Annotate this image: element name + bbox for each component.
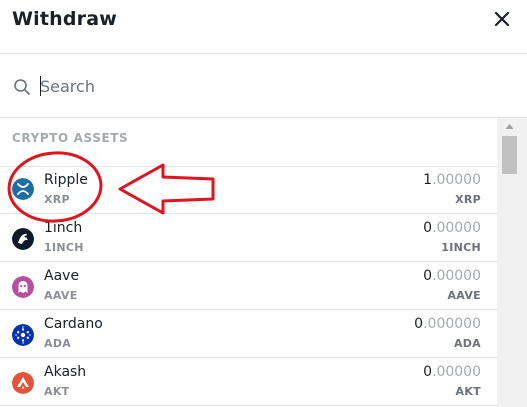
search-bar [0,54,527,118]
cardano-icon [12,324,34,346]
asset-amount-symbol: AAVE [447,289,481,302]
asset-amount: 0.00000 [423,364,481,380]
asset-row-1inch[interactable]: 1inch 1INCH 0.00000 1INCH [0,214,497,262]
asset-symbol: ADA [44,337,72,350]
asset-amount: 0.00000 [423,220,481,236]
text-caret [40,76,41,96]
asset-name: Cardano [44,316,103,332]
modal-header: Withdraw [0,0,527,54]
page-title: Withdraw [12,8,118,30]
asset-row-ripple[interactable]: Ripple XRP 1.00000 XRP [0,166,497,214]
search-input[interactable] [40,72,480,100]
asset-row-aave[interactable]: Aave AAVE 0.00000 AAVE [0,262,497,310]
asset-row-akash[interactable]: Akash AKT 0.00000 AKT [0,358,497,406]
asset-amount-symbol: 1INCH [441,241,481,254]
scroll-thumb[interactable] [502,136,517,174]
asset-symbol: XRP [44,193,70,206]
asset-amount-symbol: AKT [455,385,481,398]
1inch-icon [12,228,34,250]
aave-icon [12,276,34,298]
asset-name: Aave [44,268,80,284]
asset-symbol: AKT [44,385,70,398]
close-icon[interactable] [493,10,511,28]
asset-amount-symbol: ADA [453,337,481,350]
asset-amount-symbol: XRP [455,193,481,206]
asset-list: Ripple XRP 1.00000 XRP 1inch 1INCH 0.000… [0,166,497,407]
asset-row-cardano[interactable]: Cardano ADA 0.000000 ADA [0,310,497,358]
asset-symbol: 1INCH [44,241,84,254]
asset-name: 1inch [44,220,83,236]
ripple-icon [12,178,34,200]
search-icon [14,79,30,95]
asset-amount: 1.00000 [423,172,481,188]
akash-icon [12,372,34,394]
scrollbar[interactable] [497,118,527,407]
asset-name: Ripple [44,172,88,188]
scroll-up-arrow-icon[interactable] [497,118,527,136]
asset-symbol: AAVE [44,289,78,302]
section-label: CRYPTO ASSETS [12,131,129,145]
asset-name: Akash [44,364,87,380]
asset-amount: 0.00000 [423,268,481,284]
asset-amount: 0.000000 [414,316,481,332]
